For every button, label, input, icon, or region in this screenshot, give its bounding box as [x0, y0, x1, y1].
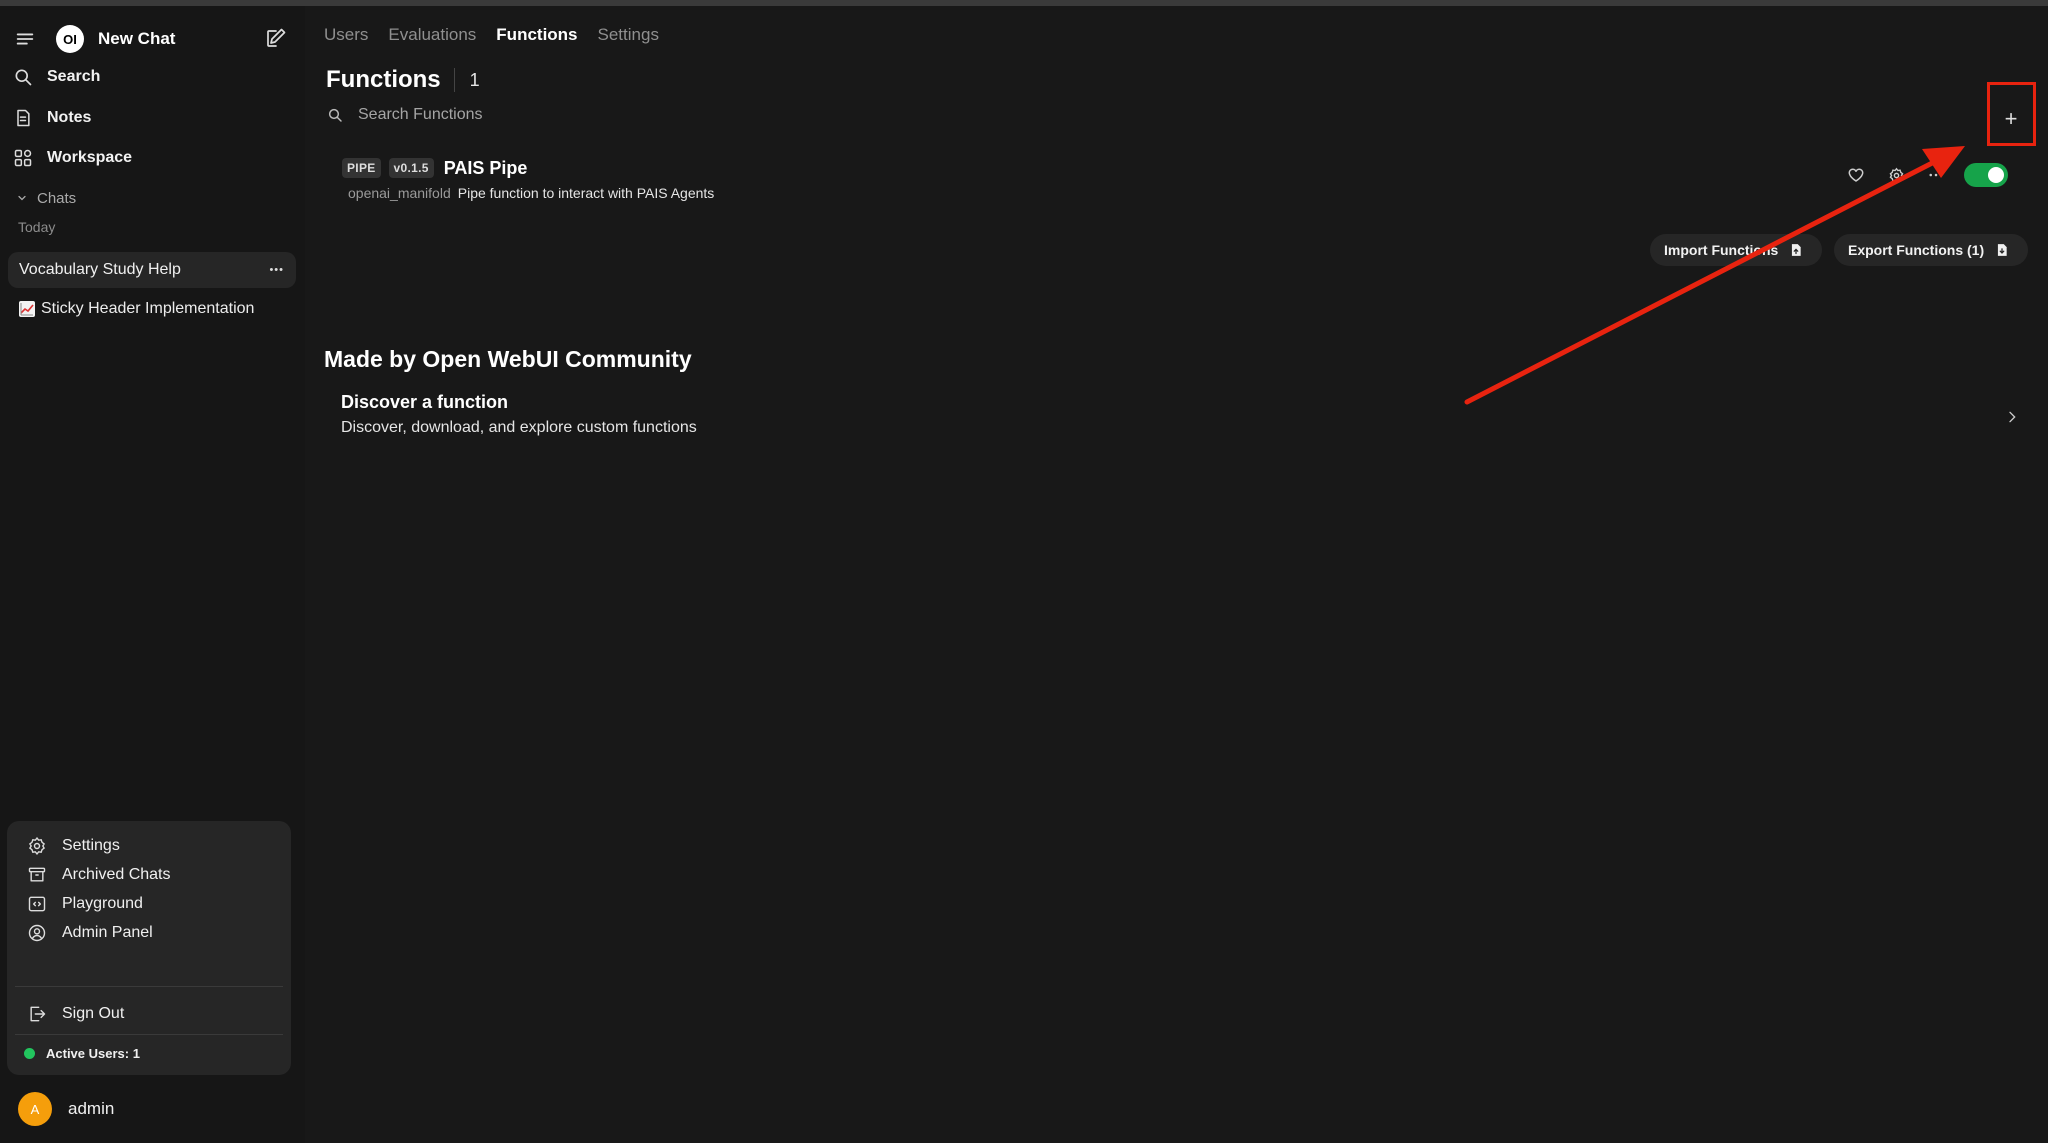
menu-item-playground[interactable]: Playground — [26, 889, 143, 919]
chat-item-active[interactable]: Vocabulary Study Help ••• — [8, 252, 296, 288]
tab-functions[interactable]: Functions — [496, 25, 577, 45]
compose-icon[interactable] — [262, 24, 290, 52]
search-icon — [326, 106, 344, 124]
search-input[interactable] — [358, 106, 758, 124]
code-icon — [26, 893, 48, 915]
import-functions-label: Import Functions — [1664, 242, 1779, 258]
menu-divider — [15, 1034, 283, 1035]
sidebar-item-notes[interactable]: Notes — [12, 102, 91, 134]
function-name: PAIS Pipe — [443, 157, 528, 178]
file-up-icon — [1788, 242, 1804, 258]
menu-item-label: Settings — [62, 837, 120, 854]
function-card[interactable]: PIPE v0.1.5 PAIS Pipe openai_manifold Pi… — [342, 156, 714, 201]
main-content: Users Evaluations Functions Settings Fun… — [305, 6, 2048, 1143]
more-icon[interactable]: ••• — [269, 264, 284, 276]
heart-icon[interactable] — [1846, 165, 1866, 185]
annotation-highlight-box — [1987, 82, 2036, 146]
user-circle-icon — [26, 922, 48, 944]
community-heading: Made by Open WebUI Community — [324, 346, 692, 372]
sidebar: OI New Chat Search Notes Workspace Chats… — [0, 6, 305, 1143]
search-bar — [326, 106, 758, 124]
functions-count: 1 — [469, 69, 480, 90]
chevron-down-icon — [15, 191, 29, 205]
menu-icon[interactable] — [12, 26, 38, 52]
brand-logo: OI — [56, 25, 84, 53]
sidebar-item-label: Notes — [47, 109, 92, 126]
discover-title: Discover a function — [341, 392, 509, 412]
export-functions-label: Export Functions (1) — [1848, 242, 1985, 258]
page-header: Functions 1 — [326, 66, 480, 94]
avatar: A — [18, 1092, 52, 1126]
active-users-status: Active Users: 1 — [24, 1046, 140, 1061]
sign-out-label: Sign Out — [62, 1005, 125, 1022]
active-users-label: Active Users: 1 — [46, 1046, 140, 1061]
status-dot — [24, 1048, 35, 1059]
function-description: Pipe function to interact with PAIS Agen… — [457, 185, 715, 201]
sign-out-icon — [26, 1003, 48, 1025]
chat-item[interactable]: Sticky Header Implementation — [19, 293, 254, 325]
new-chat-button[interactable]: OI New Chat — [56, 23, 175, 55]
settings-icon[interactable] — [1886, 165, 1906, 185]
menu-item-archived-chats[interactable]: Archived Chats — [26, 860, 171, 890]
search-icon — [12, 66, 34, 88]
notes-icon — [12, 107, 34, 129]
menu-item-settings[interactable]: Settings — [26, 831, 120, 861]
account-name: admin — [68, 1099, 115, 1118]
sidebar-item-label: Search — [47, 68, 101, 85]
sidebar-item-label: Workspace — [47, 149, 133, 166]
menu-item-label: Playground — [62, 895, 143, 912]
discover-function-link[interactable]: Discover a function Discover, download, … — [341, 392, 2021, 442]
export-functions-button[interactable]: Export Functions (1) — [1834, 234, 2028, 266]
archive-icon — [26, 864, 48, 886]
sidebar-item-workspace[interactable]: Workspace — [12, 142, 132, 174]
workspace-icon — [12, 147, 34, 169]
chart-icon — [19, 301, 35, 317]
chat-group-label: Today — [18, 219, 56, 235]
discover-description: Discover, download, and explore custom f… — [341, 419, 697, 436]
chat-title: Sticky Header Implementation — [41, 300, 255, 317]
tab-settings[interactable]: Settings — [598, 25, 659, 45]
gear-icon — [26, 835, 48, 857]
page-title: Functions — [326, 66, 441, 93]
menu-item-label: Archived Chats — [62, 866, 171, 883]
sign-out-button[interactable]: Sign Out — [26, 999, 124, 1029]
user-menu: Settings Archived Chats Playground Admin… — [7, 821, 291, 1075]
menu-divider — [15, 986, 283, 987]
type-badge: PIPE — [342, 158, 381, 178]
function-enabled-toggle[interactable] — [1964, 163, 2008, 187]
chat-title: Vocabulary Study Help — [19, 261, 181, 278]
menu-item-admin-panel[interactable]: Admin Panel — [26, 918, 153, 948]
tab-users[interactable]: Users — [324, 25, 368, 45]
menu-item-label: Admin Panel — [62, 924, 153, 941]
version-badge: v0.1.5 — [388, 158, 434, 178]
chats-section-toggle[interactable]: Chats — [15, 186, 76, 210]
file-down-icon — [1994, 242, 2010, 258]
chats-section-label: Chats — [37, 189, 77, 207]
sidebar-item-search[interactable]: Search — [12, 61, 100, 93]
chevron-right-icon — [2003, 408, 2021, 426]
account-button[interactable]: A admin — [18, 1091, 114, 1127]
tab-evaluations[interactable]: Evaluations — [388, 25, 476, 45]
title-divider — [453, 68, 455, 92]
function-author: openai_manifold — [348, 185, 451, 201]
import-functions-button[interactable]: Import Functions — [1650, 234, 1822, 266]
function-actions — [1846, 163, 2008, 187]
ellipsis-icon[interactable] — [1926, 165, 1946, 185]
admin-tabs: Users Evaluations Functions Settings — [324, 25, 659, 45]
new-chat-label: New Chat — [98, 29, 176, 48]
